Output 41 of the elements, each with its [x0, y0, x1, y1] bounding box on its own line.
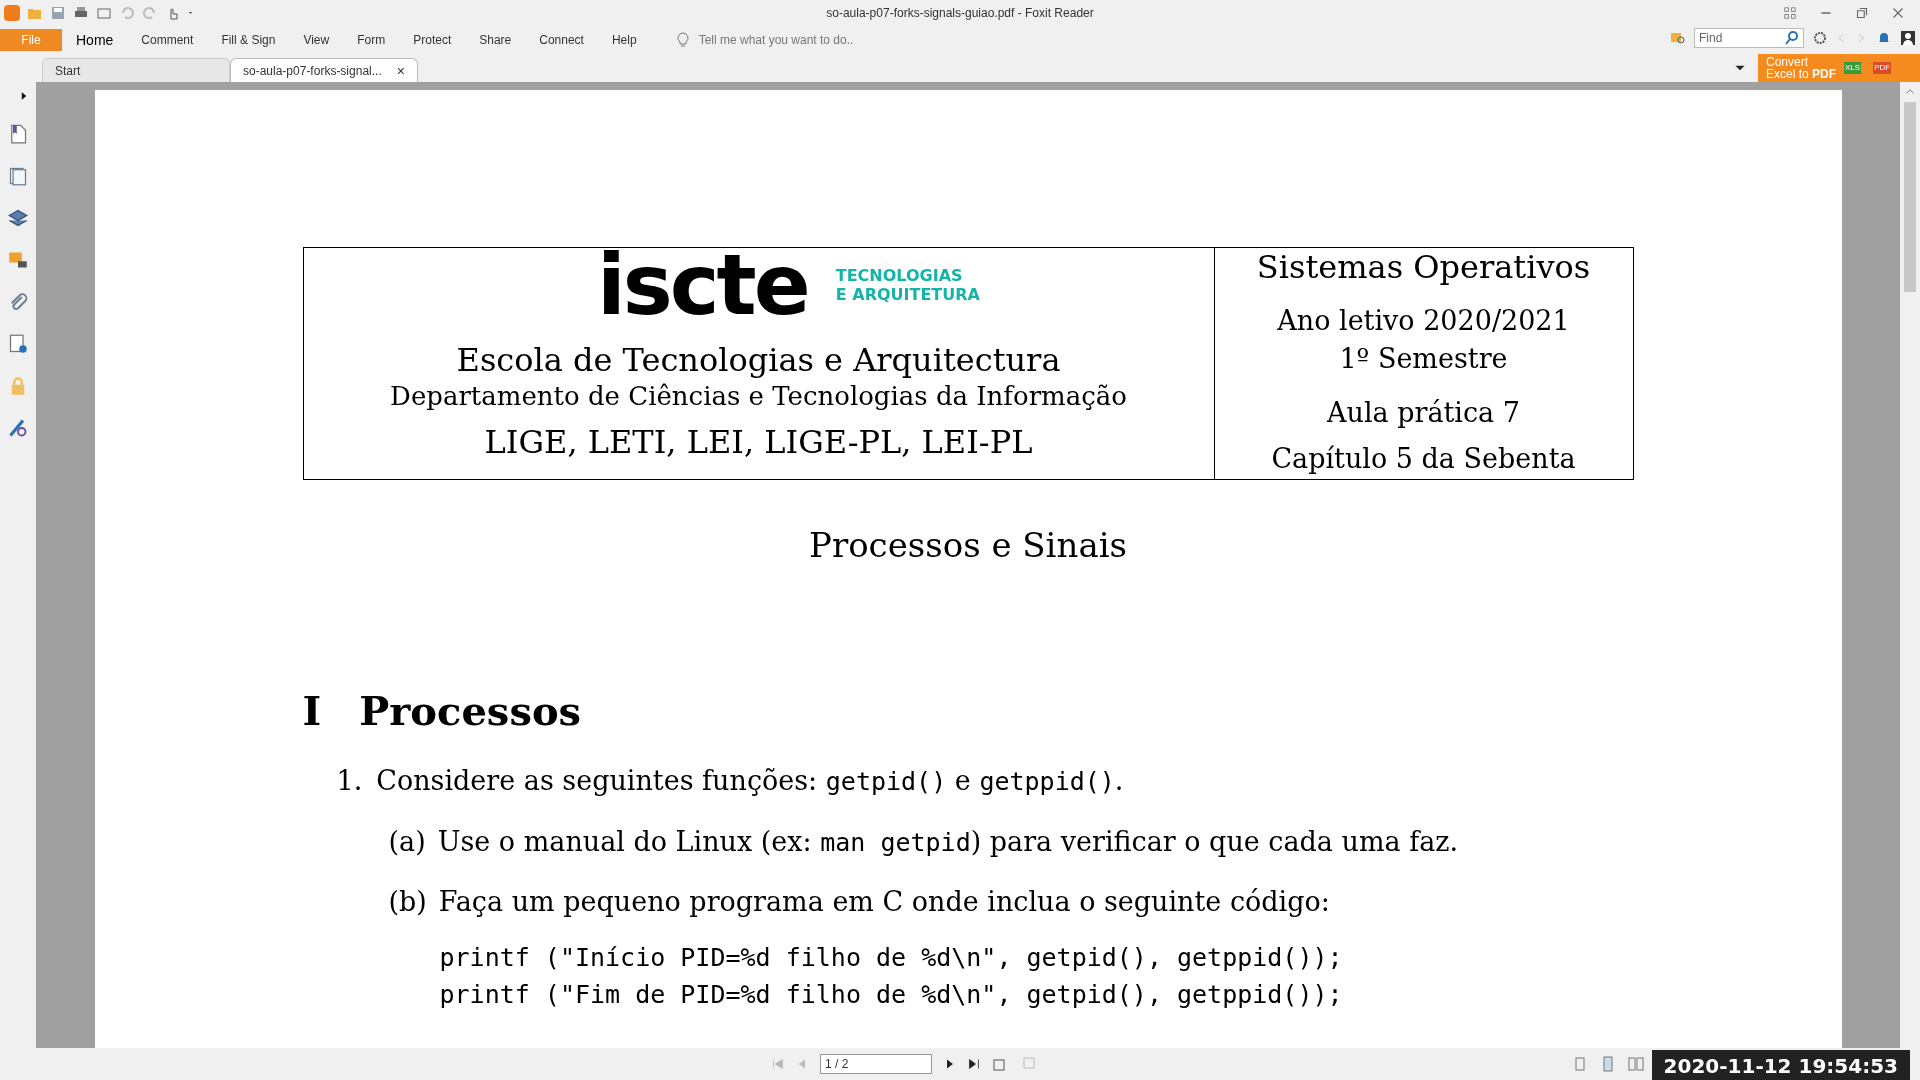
page-number-field[interactable]: 1 / 2	[820, 1054, 932, 1074]
header-text: Escola de Tecnologias e Arquitectura	[456, 341, 1061, 379]
logo-subtitle: TECNOLOGIAS E ARQUITETURA	[835, 266, 980, 304]
section-heading: Processos	[359, 686, 582, 736]
find-field[interactable]: Find	[1694, 28, 1804, 48]
close-tab-button[interactable]: ×	[396, 63, 405, 78]
list-item-text: Considere as seguintes funções: getpid() e getppid().	[376, 764, 1124, 798]
header-text: Sistemas Operativos	[1256, 248, 1591, 286]
promo-text: Convert Excel to PDF	[1766, 56, 1837, 80]
ribbon-tab[interactable]: Home	[62, 29, 128, 51]
header-text: Departamento de Ciências e Tecnologias da Informação	[390, 381, 1127, 411]
convert-promo-banner[interactable]: Convert Excel to PDF XLS PDF	[1758, 54, 1920, 82]
header-text: Aula prática 7	[1327, 396, 1520, 430]
ribbon-tab[interactable]: Comment	[127, 31, 208, 49]
document-title: Processos e Sinais	[809, 524, 1127, 567]
document-tab[interactable]: so-aula-p07-forks-signal... ×	[230, 58, 418, 82]
ribbon-tab[interactable]: Fill & Sign	[207, 31, 290, 49]
ribbon-tab[interactable]: Connect	[525, 31, 598, 49]
xls-badge: XLS	[1844, 62, 1862, 74]
ribbon-tab[interactable]: Share	[465, 31, 526, 49]
code-line: printf ("Início PID=%d filho de %d\n", getpid(), getppid());	[439, 941, 1344, 974]
pdf-badge: PDF	[1873, 62, 1892, 74]
document-tab[interactable]: Start	[42, 58, 230, 82]
list-item-text: Use o manual do Linux (ex: man getpid) para verificar o que cada uma faz.	[437, 824, 1459, 859]
ribbon-tab[interactable]: Protect	[399, 31, 466, 49]
header-text: Ano letivo 2020/2021	[1277, 304, 1570, 338]
ribbon-tab[interactable]: View	[289, 31, 344, 49]
header-text: 1º Semestre	[1339, 342, 1508, 376]
header-text: Capítulo 5 da Sebenta	[1271, 442, 1576, 476]
list-marker: (a)	[388, 824, 426, 859]
list-marker: (b)	[388, 885, 427, 919]
list-marker: 1.	[336, 764, 363, 798]
ribbon-tab[interactable]: Form	[343, 31, 400, 49]
code-line: printf ("Fim de PID=%d filho de %d\n", getpid(), getppid());	[439, 978, 1344, 1011]
tell-me-field[interactable]: Tell me what you want to do..	[698, 31, 899, 49]
header-text: LIGE, LETI, LEI, LIGE-PL, LEI-PL	[484, 423, 1033, 461]
section-number: I	[302, 686, 322, 736]
window-title: so-aula-p07-forks-signals-guiao.pdf - Foxit Reader	[826, 5, 1094, 22]
ribbon-tab[interactable]: Help	[597, 31, 651, 49]
timestamp-overlay: 2020-11-12 19:54:53	[1651, 1050, 1910, 1080]
list-item-text: Faça um pequeno programa em C onde inclua o seguinte código:	[438, 885, 1330, 919]
